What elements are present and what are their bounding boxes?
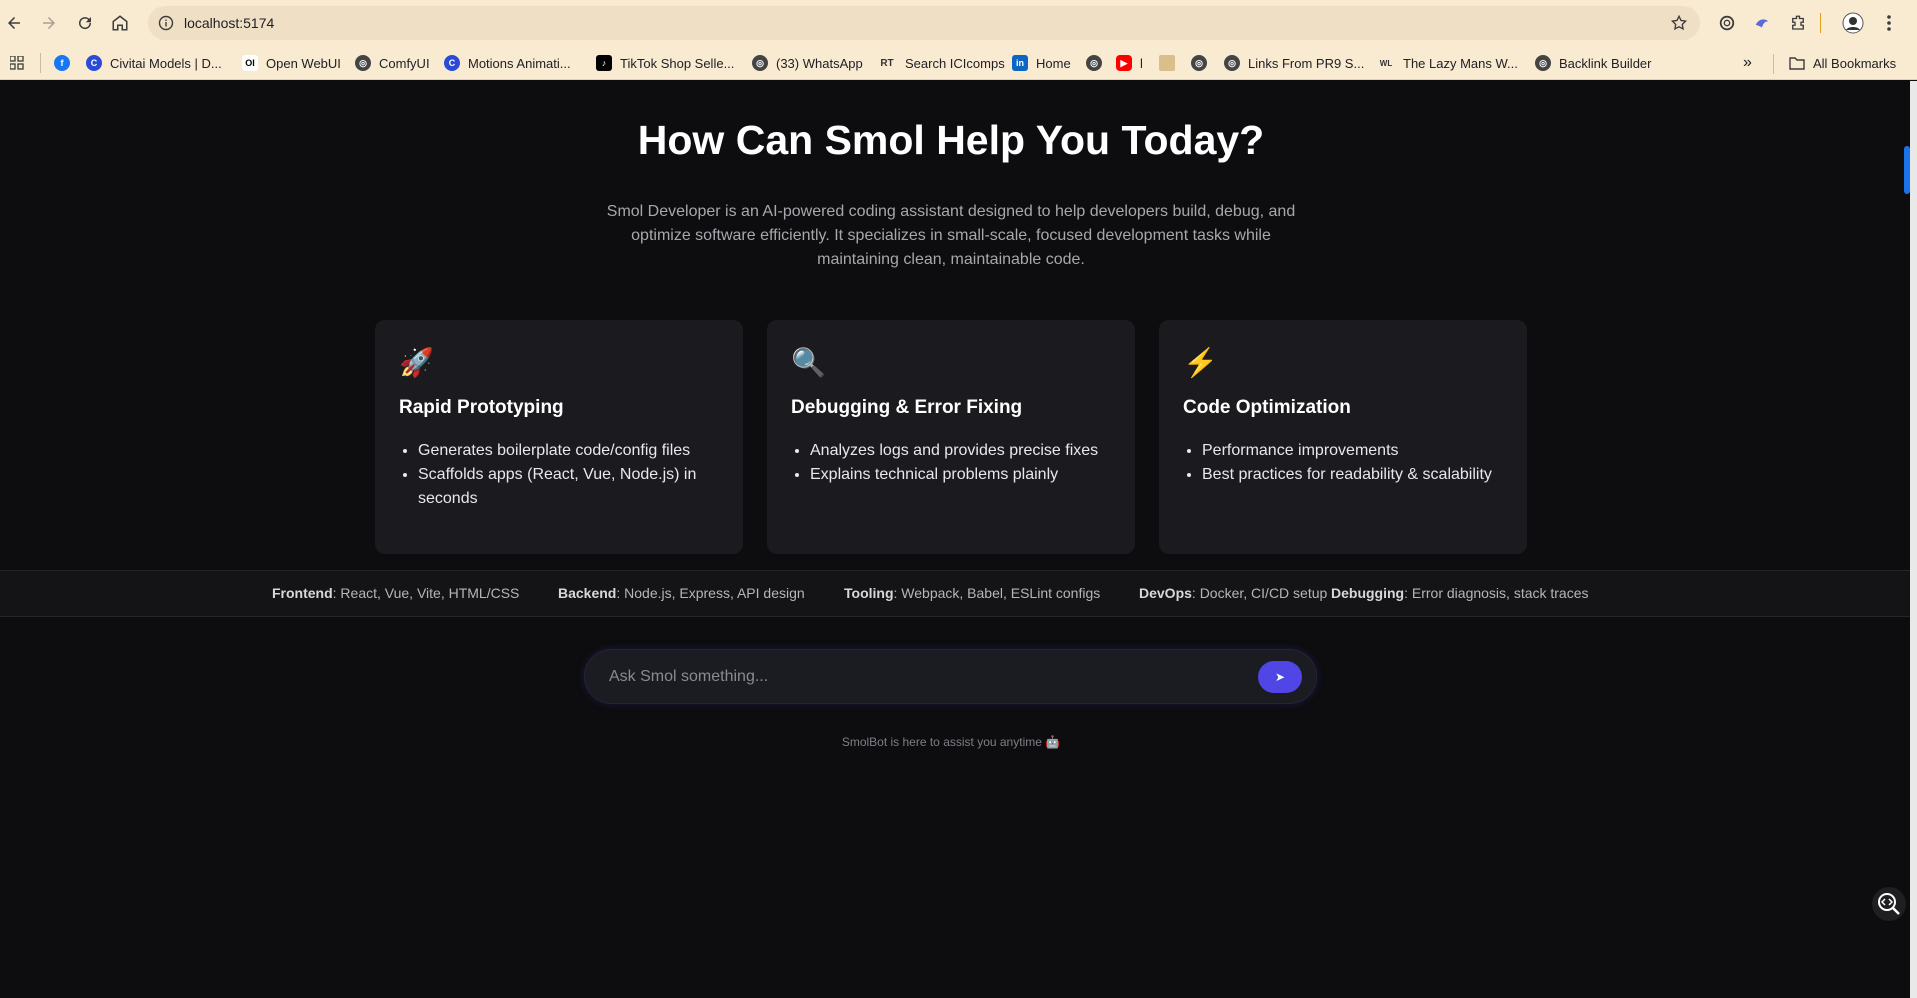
image-icon: [1159, 55, 1175, 71]
bookmark-civitai[interactable]: C Civitai Models | D...: [86, 54, 222, 72]
magnifier-icon: 🔍: [791, 347, 826, 378]
globe-icon: ◎: [1224, 55, 1240, 71]
civitai-icon: C: [86, 55, 102, 71]
list-item: Analyzes logs and provides precise fixes: [810, 439, 1120, 463]
skills-bar: Frontend: React, Vue, Vite, HTML/CSS Bac…: [0, 570, 1910, 617]
bookmark-links-pr9[interactable]: ◎ Links From PR9 S...: [1224, 54, 1364, 72]
address-bar[interactable]: localhost:5174: [148, 6, 1700, 40]
scrollbar-thumb[interactable]: [1904, 146, 1910, 194]
dev-inspector-icon[interactable]: [1872, 887, 1906, 921]
facebook-icon: f: [54, 55, 70, 71]
skill-tooling: Tooling: Webpack, Babel, ESLint configs: [844, 585, 1101, 601]
civitai-icon: C: [444, 55, 460, 71]
skill-backend: Backend: Node.js, Express, API design: [558, 585, 805, 601]
openwebui-icon: OI: [242, 55, 258, 71]
scrollbar-track[interactable]: [1910, 81, 1917, 998]
bookmark-tiktok[interactable]: ♪ TikTok Shop Selle...: [596, 54, 734, 72]
globe-icon: ◎: [1535, 55, 1551, 71]
skill-frontend: Frontend: React, Vue, Vite, HTML/CSS: [272, 585, 520, 601]
list-item: Scaffolds apps (React, Vue, Node.js) in …: [418, 463, 728, 511]
page-description: Smol Developer is an AI-powered coding a…: [606, 203, 1296, 268]
home-icon[interactable]: [107, 10, 133, 36]
feature-card-code-optimization: ⚡ Code Optimization Performance improvem…: [1159, 320, 1527, 554]
list-item: Best practices for readability & scalabi…: [1202, 463, 1512, 487]
list-item: Generates boilerplate code/config files: [418, 439, 728, 463]
url-text[interactable]: localhost:5174: [184, 15, 274, 31]
extensions-icon[interactable]: [1786, 11, 1810, 35]
folder-icon: [1789, 57, 1805, 70]
skill-devops: DevOps: Docker, CI/CD setup: [1139, 585, 1328, 601]
bookmark-backlink-builder[interactable]: ◎ Backlink Builder: [1535, 54, 1652, 72]
reload-icon[interactable]: [72, 10, 98, 36]
bookmark-whatsapp[interactable]: ◎ (33) WhatsApp: [752, 54, 863, 72]
list-item: Performance improvements: [1202, 439, 1512, 463]
footer-note: SmolBot is here to assist you anytime 🤖: [841, 735, 1061, 749]
bookmark-open-webui[interactable]: OI Open WebUI: [242, 54, 341, 72]
feature-card-debugging: 🔍 Debugging & Error Fixing Analyzes logs…: [767, 320, 1135, 554]
globe-icon: ◎: [1086, 55, 1102, 71]
tiktok-icon: ♪: [596, 55, 612, 71]
bookmark-globe-1[interactable]: ◎: [1086, 54, 1110, 72]
linkedin-icon: in: [1012, 55, 1028, 71]
bookmark-home[interactable]: in Home: [1012, 54, 1071, 72]
card-feature-list: Performance improvements Best practices …: [1202, 439, 1512, 487]
apps-grid-icon[interactable]: [10, 54, 24, 72]
page-title: How Can Smol Help You Today?: [637, 117, 1265, 163]
rocket-icon: 🚀: [399, 347, 434, 378]
chat-input[interactable]: [609, 666, 1209, 688]
rt-icon: RT: [880, 57, 894, 69]
bookmark-image[interactable]: [1159, 54, 1183, 72]
bookmarks-apps-divider: [40, 53, 41, 73]
lightning-icon: ⚡: [1183, 347, 1218, 378]
bookmark-globe-2[interactable]: ◎: [1191, 54, 1215, 72]
bookmark-star-icon[interactable]: [1668, 12, 1690, 34]
toolbar-divider: [1820, 13, 1821, 33]
site-info-icon[interactable]: [156, 13, 176, 33]
bookmark-search-icicomps[interactable]: RT Search ICIcomps: [877, 54, 1004, 72]
bookmark-comfyui[interactable]: ◎ ComfyUI: [355, 54, 430, 72]
bookmark-youtube[interactable]: ▶ l: [1116, 54, 1143, 72]
card-feature-list: Generates boilerplate code/config files …: [418, 439, 728, 511]
list-item: Explains technical problems plainly: [810, 463, 1120, 487]
chatgpt-extension-icon[interactable]: [1715, 11, 1739, 35]
globe-icon: ◎: [1191, 55, 1207, 71]
youtube-icon: ▶: [1116, 55, 1132, 71]
forward-icon[interactable]: [36, 10, 62, 36]
feature-card-rapid-prototyping: 🚀 Rapid Prototyping Generates boilerplat…: [375, 320, 743, 554]
page-content: How Can Smol Help You Today? Smol Develo…: [0, 81, 1910, 998]
ai-extension-icon[interactable]: [1750, 11, 1774, 35]
skill-debugging: Debugging: Error diagnosis, stack traces: [1331, 585, 1589, 601]
bookmarks-overflow-icon[interactable]: »: [1743, 54, 1752, 72]
menu-kebab-icon[interactable]: [1877, 11, 1901, 35]
bookmarks-divider: [1773, 54, 1774, 74]
bookmark-motions[interactable]: C Motions Animati...: [444, 54, 571, 72]
bookmark-facebook[interactable]: f: [54, 54, 78, 72]
card-feature-list: Analyzes logs and provides precise fixes…: [810, 439, 1120, 487]
all-bookmarks-folder[interactable]: All Bookmarks: [1789, 54, 1896, 72]
card-title: Rapid Prototyping: [399, 397, 564, 418]
chat-input-box: ➤: [584, 649, 1317, 704]
send-button[interactable]: ➤: [1258, 661, 1302, 693]
globe-icon: ◎: [752, 55, 768, 71]
bookmark-lazy-mans[interactable]: WL The Lazy Mans W...: [1377, 54, 1518, 72]
card-title: Debugging & Error Fixing: [791, 397, 1023, 418]
back-icon[interactable]: [1, 10, 27, 36]
bookmarks-bar: f C Civitai Models | D... OI Open WebUI ◎ C…: [0, 46, 1917, 80]
wl-icon: WL: [1379, 58, 1393, 68]
browser-toolbar: localhost:5174: [0, 0, 1917, 46]
card-title: Code Optimization: [1183, 397, 1351, 418]
globe-icon: ◎: [355, 55, 371, 71]
profile-avatar[interactable]: [1841, 11, 1865, 35]
